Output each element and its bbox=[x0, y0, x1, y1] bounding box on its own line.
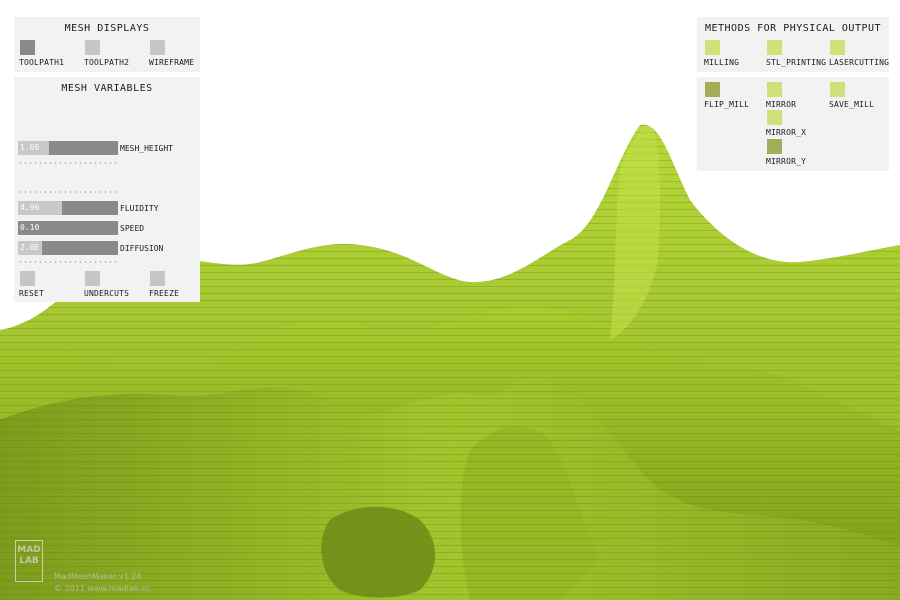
freeze-label: FREEZE bbox=[149, 289, 180, 298]
lasercutting-toggle[interactable] bbox=[830, 40, 845, 55]
speed-slider[interactable]: 0.10 bbox=[18, 221, 118, 235]
speed-value: 0.10 bbox=[20, 223, 40, 232]
stl-printing-toggle[interactable] bbox=[767, 40, 782, 55]
stl-printing-label: STL_PRINTING bbox=[766, 58, 827, 67]
mirror-x-label: MIRROR_X bbox=[766, 128, 807, 137]
mesh-height-value: 1.60 bbox=[20, 143, 40, 152]
save-mill-label: SAVE_MILL bbox=[829, 100, 875, 109]
physical-output-title: METHODS FOR PHYSICAL OUTPUT bbox=[704, 23, 882, 34]
milling-toggle[interactable] bbox=[705, 40, 720, 55]
fluidity-slider[interactable]: 4.96 bbox=[18, 201, 118, 215]
toolpath1-label: TOOLPATH1 bbox=[19, 58, 65, 67]
copyright-text: © 2011 www.madlab.cc bbox=[54, 584, 151, 593]
slider-divider bbox=[18, 260, 118, 264]
app-name-text: MadMeshMaker v1.24 bbox=[54, 572, 142, 581]
mirror-toggle[interactable] bbox=[767, 82, 782, 97]
toolpath2-label: TOOLPATH2 bbox=[84, 58, 130, 67]
toolpath2-toggle[interactable] bbox=[85, 40, 100, 55]
mesh-variables-title: MESH VARIABLES bbox=[61, 83, 153, 94]
speed-label: SPEED bbox=[120, 224, 145, 233]
logo-line1: MAD bbox=[17, 545, 41, 555]
reset-button[interactable] bbox=[20, 271, 35, 286]
flip-mill-label: FLIP_MILL bbox=[704, 100, 750, 109]
reset-label: RESET bbox=[19, 289, 45, 298]
freeze-button[interactable] bbox=[150, 271, 165, 286]
milling-label: MILLING bbox=[704, 58, 740, 67]
output-options-panel: FLIP_MILL MIRROR SAVE_MILL MIRROR_X MIRR… bbox=[697, 77, 889, 171]
mesh-variables-panel: MESH VARIABLES 1.60 MESH_HEIGHT 4.96 FLU… bbox=[14, 77, 200, 302]
fluidity-value: 4.96 bbox=[20, 203, 40, 212]
mesh-hollow bbox=[321, 506, 435, 598]
wireframe-label: WIREFRAME bbox=[149, 58, 195, 67]
mesh-height-slider[interactable]: 1.60 bbox=[18, 141, 118, 155]
fluidity-label: FLUIDITY bbox=[120, 204, 159, 213]
save-mill-toggle[interactable] bbox=[830, 82, 845, 97]
mesh-displays-title: MESH DISPLAYS bbox=[64, 23, 150, 34]
slider-divider bbox=[18, 190, 118, 194]
madlab-logo: MAD LAB bbox=[15, 540, 43, 582]
undercuts-button[interactable] bbox=[85, 271, 100, 286]
logo-line2: LAB bbox=[19, 556, 39, 566]
diffusion-value: 2.0E bbox=[20, 243, 40, 252]
toolpath1-toggle[interactable] bbox=[20, 40, 35, 55]
mirror-label: MIRROR bbox=[766, 100, 797, 109]
flip-mill-toggle[interactable] bbox=[705, 82, 720, 97]
lasercutting-label: LASERCUTTING bbox=[829, 58, 890, 67]
wireframe-toggle[interactable] bbox=[150, 40, 165, 55]
physical-output-panel: METHODS FOR PHYSICAL OUTPUT MILLING STL_… bbox=[697, 17, 889, 72]
mesh-displays-panel: MESH DISPLAYS TOOLPATH1 TOOLPATH2 WIREFR… bbox=[14, 17, 200, 72]
slider-divider bbox=[18, 161, 118, 165]
undercuts-label: UNDERCUTS bbox=[84, 289, 130, 298]
diffusion-slider[interactable]: 2.0E bbox=[18, 241, 118, 255]
mirror-y-toggle[interactable] bbox=[767, 139, 782, 154]
diffusion-label: DIFFUSION bbox=[120, 244, 164, 253]
mirror-x-toggle[interactable] bbox=[767, 110, 782, 125]
mirror-y-label: MIRROR_Y bbox=[766, 157, 807, 166]
mesh-height-label: MESH_HEIGHT bbox=[120, 144, 173, 153]
